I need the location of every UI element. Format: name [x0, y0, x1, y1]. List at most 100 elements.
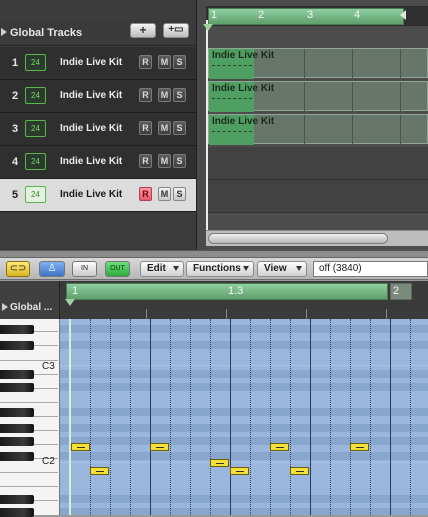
- track-name[interactable]: Indie Live Kit: [60, 57, 122, 68]
- white-key-edge: [0, 486, 58, 487]
- ruler-tick: [146, 309, 147, 319]
- bar-line: [390, 319, 391, 515]
- black-key[interactable]: [0, 437, 34, 446]
- solo-button[interactable]: S: [173, 88, 186, 102]
- pitch-lane: [60, 437, 428, 445]
- track-row[interactable]: 4 24 Indie Live Kit R M S: [0, 146, 196, 179]
- region-grid-line: [400, 49, 401, 79]
- solo-button[interactable]: S: [173, 187, 186, 201]
- grid-line: [210, 319, 211, 515]
- black-key[interactable]: [0, 341, 34, 350]
- record-enable-button[interactable]: R: [139, 55, 152, 69]
- pane-splitter[interactable]: [0, 250, 428, 258]
- mute-button[interactable]: M: [158, 55, 171, 69]
- track-number: 3: [12, 123, 19, 135]
- midi-region[interactable]: Indie Live Kit: [208, 48, 428, 79]
- record-enable-button[interactable]: R: [139, 121, 152, 135]
- region-grid-line: [304, 115, 305, 145]
- new-folder-button[interactable]: +▭: [163, 23, 189, 38]
- ruler-bar-number: 3: [307, 9, 314, 21]
- track-number: 4: [12, 156, 19, 168]
- beat-line: [310, 319, 311, 515]
- track-row[interactable]: 2 24 Indie Live Kit R M S: [0, 80, 196, 113]
- mute-button[interactable]: M: [158, 154, 171, 168]
- edit-menu[interactable]: Edit: [140, 261, 184, 277]
- black-key[interactable]: [0, 383, 34, 392]
- track-name[interactable]: Indie Live Kit: [60, 123, 122, 134]
- midi-note[interactable]: [90, 467, 109, 475]
- quantize-select[interactable]: off (3840): [313, 261, 428, 277]
- piano-roll-ruler[interactable]: 1 1.3 2: [60, 281, 428, 319]
- add-track-button[interactable]: +: [130, 23, 156, 38]
- ruler-bar-number: 1: [211, 9, 218, 21]
- playhead-marker-icon[interactable]: [65, 299, 75, 306]
- grid-line: [410, 319, 411, 515]
- track-name[interactable]: Indie Live Kit: [60, 189, 122, 200]
- midi-note[interactable]: [230, 467, 249, 475]
- region-note-preview: [212, 98, 252, 99]
- scrollbar-thumb[interactable]: [208, 233, 388, 244]
- black-key[interactable]: [0, 424, 34, 433]
- ruler-tick: [386, 309, 387, 319]
- mute-button[interactable]: M: [158, 88, 171, 102]
- cycle-region[interactable]: [208, 8, 404, 25]
- empty-track-lane[interactable]: [206, 180, 428, 213]
- piano-keyboard[interactable]: C3 C2: [0, 319, 60, 517]
- black-key[interactable]: [0, 370, 34, 379]
- midi-note[interactable]: [71, 443, 90, 451]
- midi-note[interactable]: [210, 459, 229, 467]
- black-key[interactable]: [0, 408, 34, 417]
- record-enable-button[interactable]: R: [139, 154, 152, 168]
- playhead-marker-icon[interactable]: [203, 24, 213, 31]
- bar-ruler[interactable]: 1 2 3 4: [206, 6, 428, 26]
- black-key[interactable]: [0, 325, 34, 334]
- region-label: Indie Live Kit: [212, 50, 275, 61]
- black-key[interactable]: [0, 508, 34, 517]
- track-row-selected[interactable]: 5 24 Indie Live Kit R M S: [0, 179, 196, 212]
- walking-man-icon: ♙: [47, 263, 57, 274]
- midi-note[interactable]: [270, 443, 289, 451]
- cycle-end-marker-icon[interactable]: [400, 10, 406, 20]
- disclosure-triangle-icon[interactable]: [1, 28, 7, 36]
- grid-line: [330, 319, 331, 515]
- cycle-region[interactable]: [66, 283, 388, 300]
- functions-menu[interactable]: Functions: [186, 261, 254, 277]
- empty-track-lane[interactable]: [206, 147, 428, 180]
- piano-roll-grid[interactable]: [60, 319, 428, 515]
- global-tracks-row[interactable]: Global Tracks + +▭: [0, 20, 196, 46]
- track-name[interactable]: Indie Live Kit: [60, 90, 122, 101]
- piano-roll-global-header[interactable]: Global ...: [0, 281, 60, 319]
- grid-line: [110, 319, 111, 515]
- midi-out-button[interactable]: OUT: [105, 261, 130, 277]
- track-list-divider[interactable]: [196, 0, 206, 250]
- solo-button[interactable]: S: [173, 154, 186, 168]
- black-key[interactable]: [0, 495, 34, 504]
- track-row[interactable]: 3 24 Indie Live Kit R M S: [0, 113, 196, 146]
- mute-button[interactable]: M: [158, 121, 171, 135]
- arrange-timeline[interactable]: 1 2 3 4 Indie Live Kit Indie Live Kit In…: [203, 0, 428, 250]
- catch-button[interactable]: ♙: [39, 261, 65, 277]
- midi-region[interactable]: Indie Live Kit: [208, 81, 428, 112]
- midi-in-button[interactable]: IN: [72, 261, 97, 277]
- track-name[interactable]: Indie Live Kit: [60, 156, 122, 167]
- solo-button[interactable]: S: [173, 55, 186, 69]
- midi-note[interactable]: [150, 443, 169, 451]
- ruler-beat-label: 1.3: [228, 285, 244, 297]
- link-button[interactable]: ⊂⊃: [6, 261, 30, 277]
- mute-button[interactable]: M: [158, 187, 171, 201]
- playhead[interactable]: [69, 319, 71, 515]
- midi-note[interactable]: [350, 443, 369, 451]
- record-enable-button[interactable]: R: [139, 88, 152, 102]
- horizontal-scrollbar[interactable]: [206, 230, 428, 246]
- disclosure-triangle-icon[interactable]: [2, 303, 8, 311]
- midi-region[interactable]: Indie Live Kit: [208, 114, 428, 145]
- midi-note[interactable]: [290, 467, 309, 475]
- functions-menu-label: Functions: [193, 263, 241, 274]
- record-enable-button[interactable]: R: [139, 187, 152, 201]
- black-key[interactable]: [0, 452, 34, 461]
- view-menu[interactable]: View: [257, 261, 307, 277]
- solo-button[interactable]: S: [173, 121, 186, 135]
- playhead[interactable]: [206, 20, 208, 235]
- global-tracks-label: Global ...: [10, 302, 53, 313]
- track-row[interactable]: 1 24 Indie Live Kit R M S: [0, 47, 196, 80]
